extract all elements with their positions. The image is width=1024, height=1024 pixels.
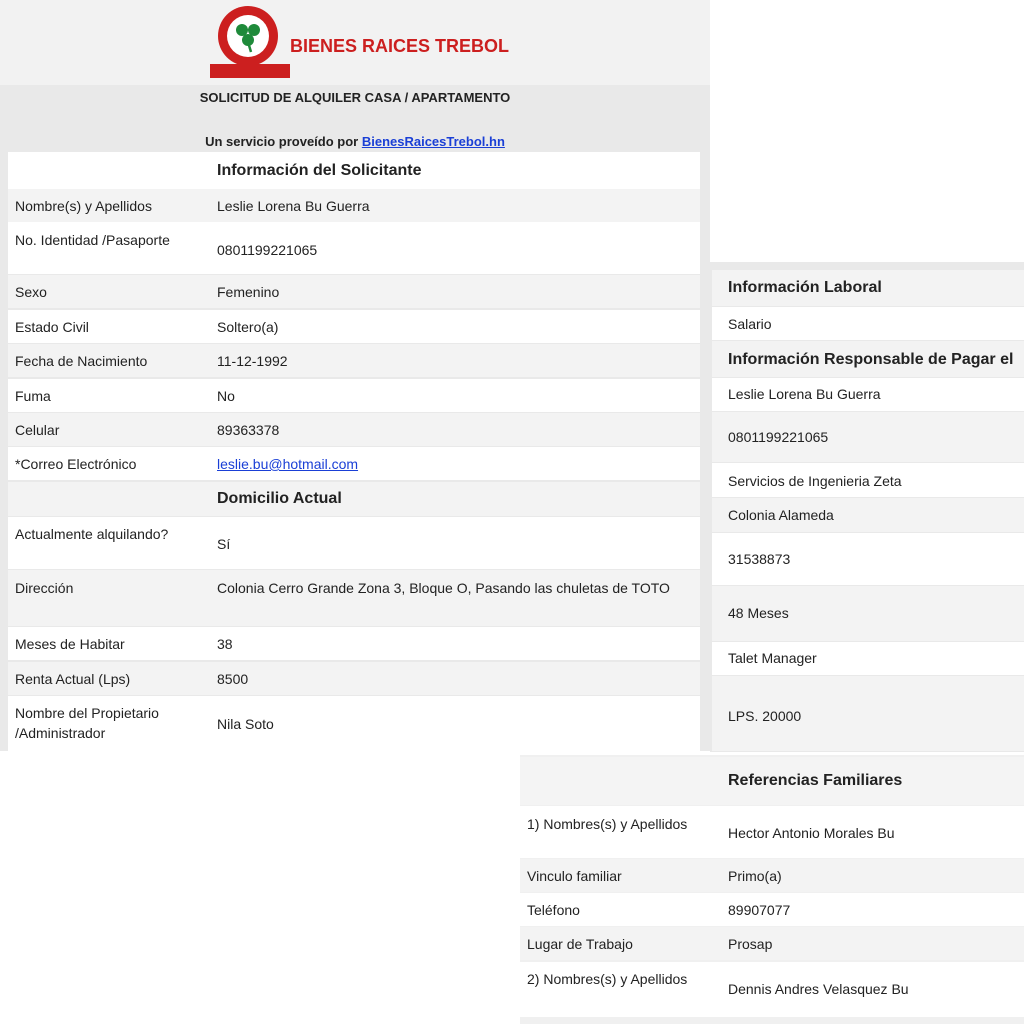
table-row <box>8 379 700 412</box>
table-row <box>8 275 700 308</box>
field-label: Nombre(s) y Apellidos <box>15 198 152 214</box>
brand-name: BIENES RAICES TREBOL <box>290 36 510 56</box>
field-label: No. Identidad /Pasaporte <box>15 232 170 248</box>
field-value: Nila Soto <box>217 716 274 732</box>
field-value: No <box>217 388 235 404</box>
table-row <box>8 413 700 446</box>
field-value: Colonia Alameda <box>728 507 834 523</box>
field-label: Fecha de Nacimiento <box>15 353 148 369</box>
family-section-title: Referencias Familiares <box>728 772 903 789</box>
field-label: Fuma <box>15 388 51 404</box>
field-label: *Correo Electrónico <box>15 456 137 472</box>
field-value: Leslie Lorena Bu Guerra <box>217 198 370 214</box>
field-label: Meses de Habitar <box>15 636 125 652</box>
field-value: Femenino <box>217 284 280 300</box>
field-value: Primo(a) <box>728 868 782 884</box>
residence-section-title: Domicilio Actual <box>217 490 342 507</box>
field-value: Leslie Lorena Bu Guerra <box>728 386 881 402</box>
field-value: Hector Antonio Morales Bu <box>728 825 895 841</box>
field-value: Servicios de Ingenieria Zeta <box>728 473 902 489</box>
site-link[interactable]: BienesRaicesTrebol.hn <box>362 134 505 149</box>
clover-logo-icon <box>210 6 290 78</box>
field-label: Estado Civil <box>15 319 89 335</box>
form-subtitle: Un servicio proveído por BienesRaicesTre… <box>0 134 710 149</box>
table-row <box>8 517 700 569</box>
table-row <box>8 222 700 274</box>
salary-label: Salario <box>728 316 772 332</box>
form-title: SOLICITUD DE ALQUILER CASA / APARTAMENTO <box>199 90 511 105</box>
subtitle-prefix: Un servicio proveído por <box>205 134 362 149</box>
field-value: 0801199221065 <box>217 242 318 258</box>
email-link[interactable]: leslie.bu@hotmail.com <box>217 456 358 472</box>
payer-section-title: Información Responsable de Pagar el <box>728 351 1014 368</box>
field-label: 2) Nombres(s) y Apellidos <box>527 971 688 987</box>
field-value: Prosap <box>728 936 773 952</box>
field-label: Nombre del Propietario /Administrador <box>15 705 159 741</box>
field-value: 38 <box>217 636 233 652</box>
logo: BIENES RAICES TREBOL <box>208 2 510 80</box>
field-value: 89363378 <box>217 422 280 438</box>
field-value: 48 Meses <box>728 605 789 621</box>
field-value: 89907077 <box>728 902 791 918</box>
applicant-section-title: Información del Solicitante <box>217 162 422 179</box>
field-value: 31538873 <box>728 551 791 567</box>
field-label: 1) Nombres(s) y Apellidos <box>527 816 688 832</box>
residence-section-header <box>8 482 700 516</box>
field-value: LPS. 20000 <box>728 708 802 724</box>
field-label: Lugar de Trabajo <box>527 936 633 952</box>
field-label: Sexo <box>15 284 47 300</box>
field-label: Dirección <box>15 580 74 596</box>
field-value: Sí <box>217 536 231 552</box>
field-value: Colonia Cerro Grande Zona 3, Bloque O, P… <box>217 580 670 596</box>
field-value: Talet Manager <box>728 650 817 666</box>
field-label: Celular <box>15 422 60 438</box>
field-value: Soltero(a) <box>217 319 279 335</box>
field-label: Vinculo familiar <box>527 868 622 884</box>
field-label: Actualmente alquilando? <box>15 526 169 542</box>
field-value: 8500 <box>217 671 249 687</box>
field-label: Renta Actual (Lps) <box>15 671 131 687</box>
table-row <box>8 310 700 343</box>
field-label: Teléfono <box>527 902 580 918</box>
field-value: Dennis Andres Velasquez Bu <box>728 981 909 997</box>
work-section-title: Información Laboral <box>728 279 882 296</box>
field-value: 0801199221065 <box>728 429 829 445</box>
field-value: 11-12-1992 <box>217 353 288 369</box>
